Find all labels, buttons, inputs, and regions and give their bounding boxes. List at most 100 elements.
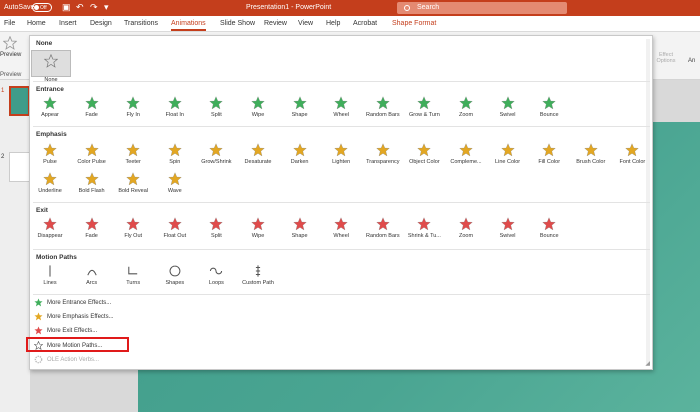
emphasis-effect-wave[interactable]: Wave: [153, 172, 197, 200]
slide-thumbnail-1[interactable]: [9, 86, 30, 116]
search-icon: [404, 5, 410, 11]
emphasis-effect-bold-flash[interactable]: Bold Flash: [70, 172, 114, 200]
exit-effect-shrink-tu[interactable]: Shrink & Tu...: [402, 217, 446, 245]
motion-effect-turns[interactable]: Turns: [111, 264, 155, 292]
entrance-effect-grow-turn[interactable]: Grow & Turn: [402, 96, 446, 124]
tab-help[interactable]: Help: [326, 20, 340, 27]
exit-effect-bounce[interactable]: Bounce: [527, 217, 571, 245]
entrance-effect-label: Fly In: [126, 112, 140, 118]
emphasis-effect-grow-shrink[interactable]: Grow/Shrink: [194, 143, 238, 171]
tab-file[interactable]: File: [4, 20, 15, 27]
emphasis-effect-brush-color[interactable]: Brush Color: [569, 143, 613, 171]
motion-effect-shapes[interactable]: Shapes: [153, 264, 197, 292]
animation-pane-label[interactable]: An: [688, 58, 695, 64]
emphasis-effect-darken[interactable]: Darken: [278, 143, 322, 171]
redo-icon[interactable]: ↷: [90, 2, 98, 13]
star-icon: [43, 217, 57, 231]
emphasis-effect-lighten[interactable]: Lighten: [319, 143, 363, 171]
tab-acrobat[interactable]: Acrobat: [353, 20, 377, 27]
emphasis-effect-spin[interactable]: Spin: [153, 143, 197, 171]
entrance-effect-random-bars[interactable]: Random Bars: [361, 96, 405, 124]
star-icon: [459, 217, 473, 231]
slide-thumbnail-2[interactable]: [9, 152, 30, 182]
more-emphasis-effects[interactable]: More Emphasis Effects...: [34, 311, 114, 323]
star-icon: [542, 96, 556, 110]
entrance-effect-fade[interactable]: Fade: [70, 96, 114, 124]
star-icon: [126, 217, 140, 231]
motion-effect-loops[interactable]: Loops: [194, 264, 238, 292]
tab-insert[interactable]: Insert: [59, 20, 77, 27]
exit-effect-float-out[interactable]: Float Out: [153, 217, 197, 245]
entrance-effect-label: Zoom: [458, 112, 474, 118]
motion-effect-lines[interactable]: Lines: [28, 264, 72, 292]
entrance-effect-swivel[interactable]: Swivel: [486, 96, 530, 124]
entrance-effect-split[interactable]: Split: [194, 96, 238, 124]
emphasis-effect-line-color[interactable]: Line Color: [486, 143, 530, 171]
entrance-star-icon: [34, 298, 43, 307]
emphasis-effect-label: Color Pulse: [77, 159, 106, 165]
exit-effect-swivel[interactable]: Swivel: [486, 217, 530, 245]
tab-transitions[interactable]: Transitions: [124, 20, 158, 27]
highlight-box: [26, 337, 129, 352]
emphasis-effect-transparency[interactable]: Transparency: [361, 143, 405, 171]
tab-home[interactable]: Home: [27, 20, 46, 27]
emphasis-effect-color-pulse[interactable]: Color Pulse: [70, 143, 114, 171]
entrance-effect-float-in[interactable]: Float In: [153, 96, 197, 124]
exit-effect-wheel[interactable]: Wheel: [319, 217, 363, 245]
emphasis-effect-compleme[interactable]: Compleme...: [444, 143, 488, 171]
emphasis-effect-font-color[interactable]: Font Color: [610, 143, 654, 171]
tab-slide-show[interactable]: Slide Show: [220, 20, 255, 27]
effect-options-label[interactable]: Effect Options: [653, 52, 679, 64]
customize-toolbar-icon[interactable]: ▾: [104, 2, 109, 13]
emphasis-effect-desaturate[interactable]: Desaturate: [236, 143, 280, 171]
entrance-effect-shape[interactable]: Shape: [278, 96, 322, 124]
undo-icon[interactable]: ↶: [76, 2, 84, 13]
motion-effect-custom-path[interactable]: Custom Path: [236, 264, 280, 292]
resize-grip-icon[interactable]: ◢: [645, 360, 650, 367]
exit-effect-wipe[interactable]: Wipe: [236, 217, 280, 245]
exit-effect-label: Bounce: [539, 233, 559, 239]
emphasis-effect-object-color[interactable]: Object Color: [402, 143, 446, 171]
entrance-effect-zoom[interactable]: Zoom: [444, 96, 488, 124]
emphasis-effect-fill-color[interactable]: Fill Color: [527, 143, 571, 171]
entrance-effect-appear[interactable]: Appear: [28, 96, 72, 124]
divider: [33, 202, 650, 203]
exit-effect-fade[interactable]: Fade: [70, 217, 114, 245]
preview-button-label[interactable]: Preview: [0, 52, 21, 58]
slide-number-1: 1: [1, 88, 5, 94]
tab-animations[interactable]: Animations: [171, 20, 206, 31]
emphasis-effect-teeter[interactable]: Teeter: [111, 143, 155, 171]
tab-design[interactable]: Design: [90, 20, 112, 27]
star-icon: [43, 96, 57, 110]
tab-review[interactable]: Review: [264, 20, 287, 27]
exit-effect-split[interactable]: Split: [194, 217, 238, 245]
more-exit-effects[interactable]: More Exit Effects...: [34, 325, 97, 337]
emphasis-effect-underline[interactable]: Underline: [28, 172, 72, 200]
tab-view[interactable]: View: [298, 20, 313, 27]
entrance-effect-bounce[interactable]: Bounce: [527, 96, 571, 124]
tab-shape-format[interactable]: Shape Format: [392, 20, 436, 27]
exit-effect-label: Fade: [85, 233, 98, 239]
gear-icon: [34, 355, 43, 364]
star-icon: [168, 143, 182, 157]
motion-effect-arcs[interactable]: Arcs: [70, 264, 114, 292]
entrance-effect-wheel[interactable]: Wheel: [319, 96, 363, 124]
exit-effect-zoom[interactable]: Zoom: [444, 217, 488, 245]
more-entrance-effects[interactable]: More Entrance Effects...: [34, 297, 111, 309]
exit-effect-disappear[interactable]: Disappear: [28, 217, 72, 245]
save-icon[interactable]: ▣: [62, 2, 71, 13]
exit-effect-random-bars[interactable]: Random Bars: [361, 217, 405, 245]
entrance-effect-label: Appear: [41, 112, 59, 118]
autosave-toggle[interactable]: Off: [32, 3, 52, 12]
search-box[interactable]: Search: [397, 2, 567, 14]
entrance-effect-wipe[interactable]: Wipe: [236, 96, 280, 124]
animation-none[interactable]: None: [31, 50, 71, 83]
entrance-effect-fly-in[interactable]: Fly In: [111, 96, 155, 124]
preview-star-icon[interactable]: [3, 36, 17, 50]
exit-effect-fly-out[interactable]: Fly Out: [111, 217, 155, 245]
exit-effect-label: Wipe: [251, 233, 265, 239]
emphasis-effect-bold-reveal[interactable]: Bold Reveal: [111, 172, 155, 200]
emphasis-effect-pulse[interactable]: Pulse: [28, 143, 72, 171]
exit-effect-label: Fly Out: [124, 233, 143, 239]
exit-effect-shape[interactable]: Shape: [278, 217, 322, 245]
